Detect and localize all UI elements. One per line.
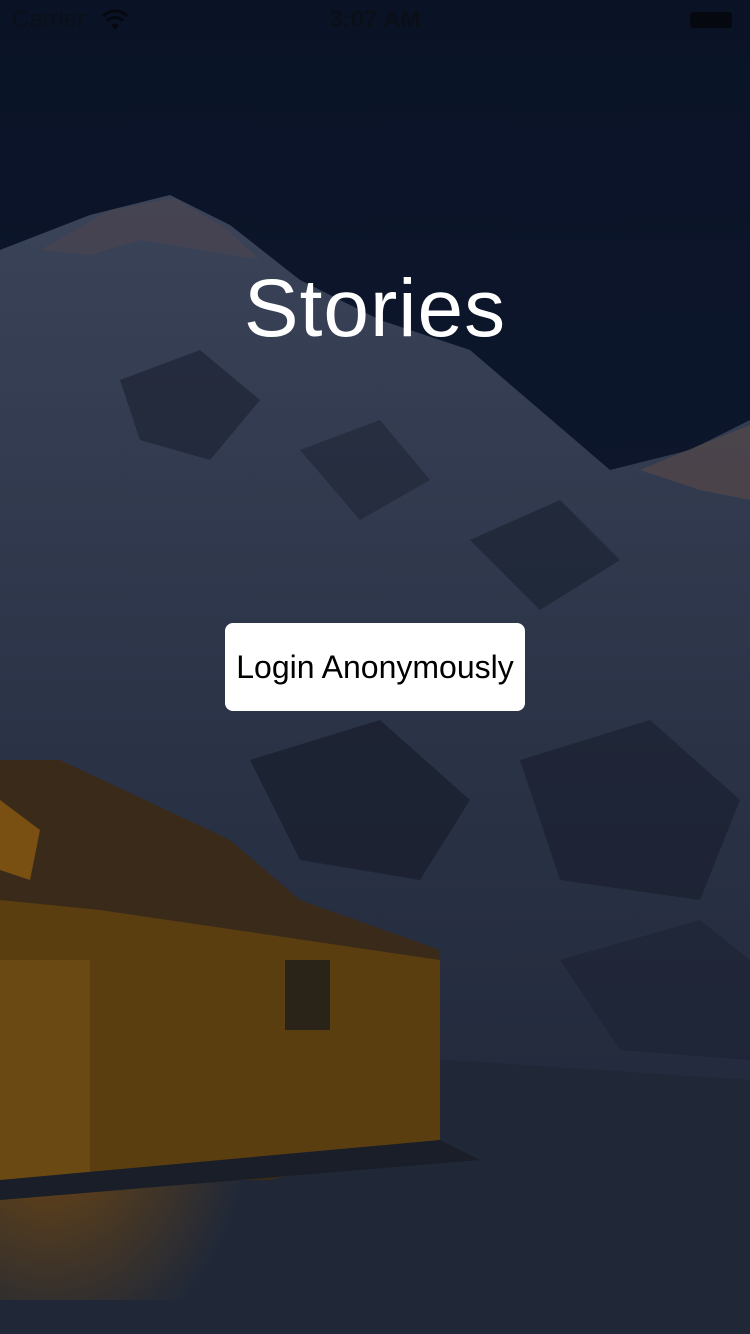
- battery-icon: [690, 12, 732, 28]
- login-anonymously-button[interactable]: Login Anonymously: [225, 623, 525, 711]
- status-time: 3:07 AM: [329, 6, 421, 33]
- login-screen: Carrier 3:07 AM Stories Login Anonymousl…: [0, 0, 750, 1334]
- app-title: Stories: [243, 263, 507, 354]
- status-bar: Carrier 3:07 AM: [0, 0, 750, 40]
